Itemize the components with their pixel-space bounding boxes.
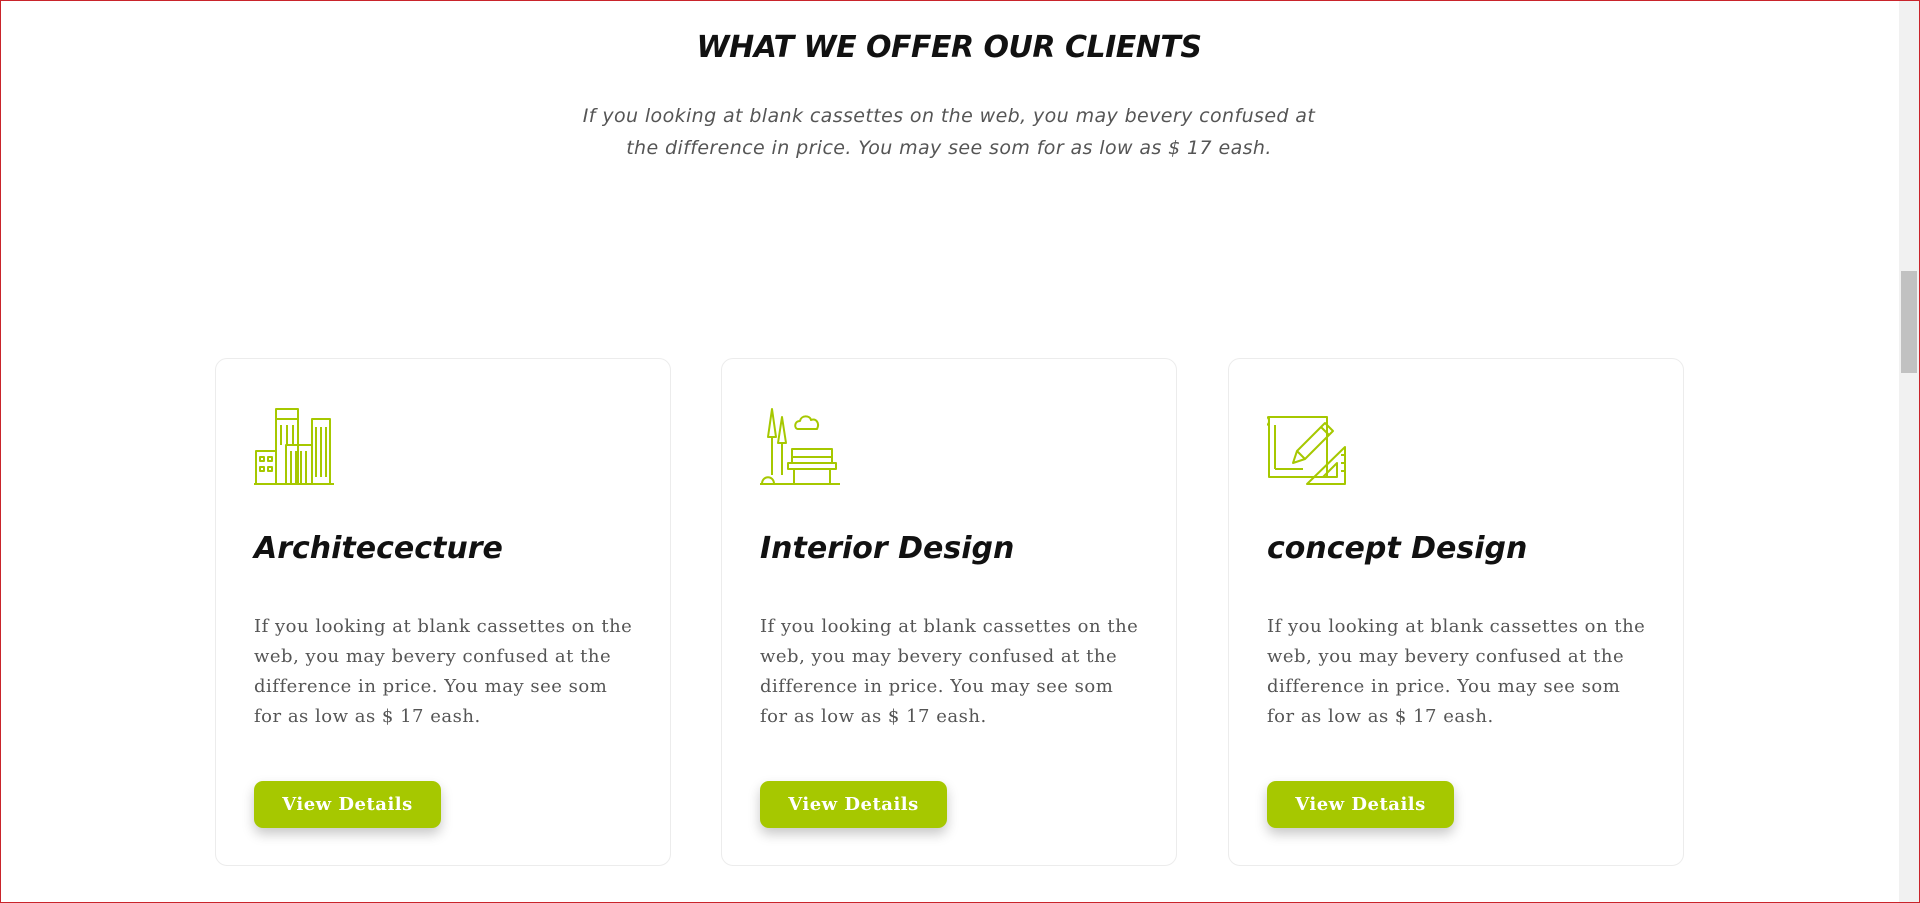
- card-title: concept Design: [1267, 531, 1528, 566]
- section-subtitle: If you looking at blank cassettes on the…: [582, 105, 1316, 159]
- view-details-button[interactable]: View Details: [1267, 781, 1454, 828]
- card-description: If you looking at blank cassettes on the…: [254, 616, 633, 727]
- service-card-interior-design: Interior Design If you looking at blank …: [721, 358, 1177, 866]
- blueprint-pencil-icon: [1267, 407, 1347, 487]
- city-buildings-icon: [254, 407, 334, 487]
- vertical-scrollbar[interactable]: [1899, 1, 1919, 902]
- card-title: Interior Design: [760, 531, 1015, 566]
- park-bench-icon: [760, 407, 840, 487]
- service-card-architecture: Architececture If you looking at blank c…: [215, 358, 671, 866]
- service-card-concept-design: concept Design If you looking at blank c…: [1228, 358, 1684, 866]
- services-section: WHAT WE OFFER OUR CLIENTS If you looking…: [0, 0, 1898, 903]
- card-title: Architececture: [254, 531, 503, 566]
- card-description: If you looking at blank cassettes on the…: [760, 616, 1139, 727]
- card-description: If you looking at blank cassettes on the…: [1267, 616, 1646, 727]
- scrollbar-thumb[interactable]: [1901, 271, 1917, 373]
- view-details-button[interactable]: View Details: [760, 781, 947, 828]
- view-details-button[interactable]: View Details: [254, 781, 441, 828]
- section-title: WHAT WE OFFER OUR CLIENTS: [696, 30, 1202, 65]
